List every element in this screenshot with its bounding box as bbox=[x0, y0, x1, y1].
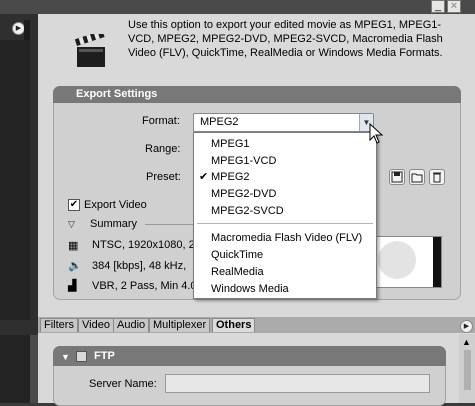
bitrate-chart-icon: ▟ bbox=[68, 280, 77, 292]
clapperboard-icon bbox=[74, 30, 110, 70]
ftp-collapse-icon[interactable]: ▼ bbox=[61, 352, 70, 362]
export-video-checkbox[interactable]: ✔ bbox=[68, 199, 80, 211]
minimize-button[interactable]: _ bbox=[431, 0, 445, 13]
preset-label: Preset: bbox=[146, 171, 181, 183]
summary-divider bbox=[145, 224, 195, 225]
export-settings-title: Export Settings bbox=[76, 88, 158, 100]
dropdown-separator bbox=[197, 223, 373, 224]
preview-circle bbox=[378, 241, 416, 279]
summary-bitrate: VBR, 2 Pass, Min 4.0 bbox=[92, 280, 197, 292]
tab-scroll-arrow-icon[interactable]: ▶ bbox=[460, 320, 473, 333]
tab-multiplexer[interactable]: Multiplexer bbox=[149, 318, 211, 332]
dropdown-option-quicktime[interactable]: QuickTime bbox=[211, 249, 263, 261]
delete-trash-icon[interactable] bbox=[429, 169, 445, 185]
dropdown-option-mpeg1[interactable]: MPEG1 bbox=[211, 138, 250, 150]
close-button[interactable]: × bbox=[447, 0, 461, 13]
format-select[interactable]: MPEG2 bbox=[193, 113, 374, 132]
header-description: Use this option to export your edited mo… bbox=[128, 19, 443, 59]
dropdown-option-windows-media[interactable]: Windows Media bbox=[211, 283, 289, 295]
format-select-value: MPEG2 bbox=[200, 116, 239, 128]
ftp-checkbox[interactable] bbox=[76, 351, 87, 362]
dropdown-option-mpeg2[interactable]: MPEG2 bbox=[211, 171, 250, 183]
dropdown-option-mpeg2-dvd[interactable]: MPEG2-DVD bbox=[211, 188, 276, 200]
summary-video: NTSC, 1920x1080, 2 bbox=[92, 239, 195, 251]
film-icon: ▦ bbox=[68, 240, 79, 252]
selected-check-icon: ✔ bbox=[199, 171, 209, 183]
open-folder-icon[interactable] bbox=[409, 169, 425, 185]
ftp-title: FTP bbox=[94, 350, 115, 362]
mouse-cursor-icon bbox=[369, 122, 385, 148]
speaker-icon: 🔈 bbox=[68, 260, 82, 272]
dropdown-option-mpeg2-svcd[interactable]: MPEG2-SVCD bbox=[211, 205, 284, 217]
tab-others[interactable]: Others bbox=[212, 318, 256, 332]
left-strip-notch bbox=[24, 20, 30, 40]
tab-filters[interactable]: Filters bbox=[40, 318, 78, 332]
summary-audio: 384 [kbps], 48 kHz, bbox=[92, 260, 187, 272]
summary-label: Summary bbox=[90, 218, 138, 230]
dropdown-option-flv[interactable]: Macromedia Flash Video (FLV) bbox=[211, 232, 362, 244]
range-label: Range: bbox=[145, 143, 181, 155]
top-strip bbox=[0, 0, 475, 14]
format-label: Format: bbox=[142, 115, 180, 127]
scroll-thumb[interactable] bbox=[464, 350, 471, 390]
dropdown-option-realmedia[interactable]: RealMedia bbox=[211, 266, 264, 278]
left-scroll-edge bbox=[30, 335, 38, 403]
dropdown-option-mpeg1-vcd[interactable]: MPEG1-VCD bbox=[211, 155, 276, 167]
preview-dark-bar bbox=[433, 237, 441, 287]
save-preset-icon[interactable] bbox=[389, 169, 405, 185]
server-name-label: Server Name: bbox=[89, 378, 157, 390]
left-side-panel-lower bbox=[0, 335, 30, 403]
summary-expand-icon[interactable]: ▽ bbox=[68, 219, 75, 230]
export-video-label: Export Video bbox=[84, 199, 147, 211]
left-side-panel bbox=[0, 40, 30, 320]
server-name-input[interactable] bbox=[165, 374, 430, 393]
tab-audio[interactable]: Audio bbox=[113, 318, 150, 332]
tab-video[interactable]: Video bbox=[78, 318, 114, 332]
scroll-up-arrow-icon[interactable]: ▲ bbox=[462, 337, 471, 347]
